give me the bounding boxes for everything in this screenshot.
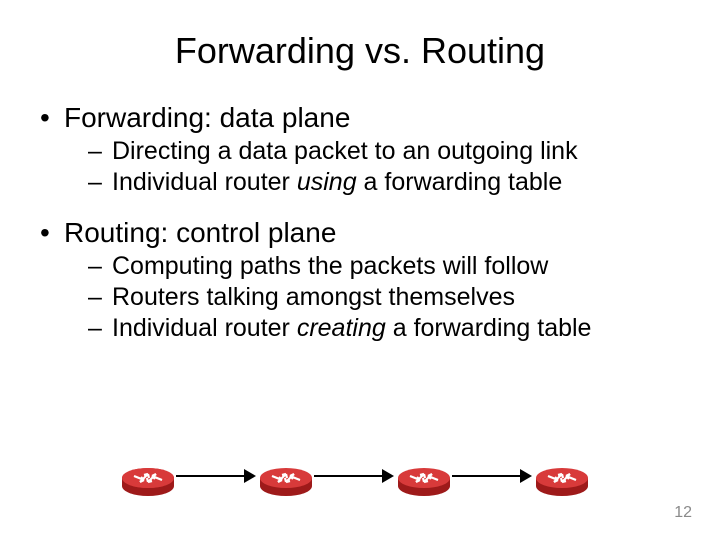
sub-routing-2: Routers talking amongst themselves bbox=[40, 282, 680, 313]
sub-routing-3: Individual router creating a forwarding … bbox=[40, 313, 680, 344]
arrow-line bbox=[314, 475, 384, 477]
router-diagram bbox=[120, 454, 600, 504]
router-icon bbox=[534, 462, 590, 490]
router-icon bbox=[396, 462, 452, 490]
page-number: 12 bbox=[674, 504, 692, 522]
text-fragment: Individual router bbox=[112, 168, 297, 196]
arrow-head-icon bbox=[244, 469, 256, 483]
arrow-head-icon bbox=[382, 469, 394, 483]
text-fragment: a forwarding table bbox=[386, 314, 592, 342]
page-title: Forwarding vs. Routing bbox=[40, 30, 680, 72]
router-icon bbox=[120, 462, 176, 490]
arrow-line bbox=[176, 475, 246, 477]
bullet-routing: Routing: control plane bbox=[40, 217, 680, 249]
text-fragment: Individual router bbox=[112, 314, 297, 342]
router-icon bbox=[258, 462, 314, 490]
arrow-head-icon bbox=[520, 469, 532, 483]
arrow-line bbox=[452, 475, 522, 477]
emphasis: using bbox=[297, 168, 357, 196]
emphasis: creating bbox=[297, 314, 386, 342]
slide: Forwarding vs. Routing Forwarding: data … bbox=[0, 0, 720, 540]
text-fragment: a forwarding table bbox=[357, 168, 563, 196]
sub-forwarding-2: Individual router using a forwarding tab… bbox=[40, 167, 680, 198]
sub-routing-1: Computing paths the packets will follow bbox=[40, 251, 680, 282]
sub-forwarding-1: Directing a data packet to an outgoing l… bbox=[40, 136, 680, 167]
bullet-forwarding: Forwarding: data plane bbox=[40, 102, 680, 134]
